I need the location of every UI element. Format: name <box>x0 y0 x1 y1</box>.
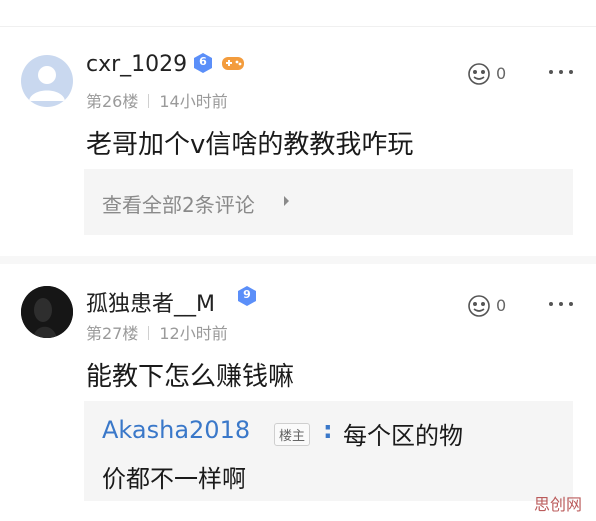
like-count: 0 <box>496 296 507 315</box>
gamepad-icon <box>221 54 245 72</box>
reply-text: 每个区的物 <box>343 422 463 450</box>
timestamp: 12小时前 <box>159 324 228 343</box>
comment-text: 老哥加个v信啥的教教我咋玩 <box>86 130 414 160</box>
username[interactable]: 孤独患者__M <box>86 286 215 318</box>
level-badge-icon: 6 <box>192 52 214 74</box>
profile-photo-icon <box>21 286 73 338</box>
comment-text: 能教下怎么赚钱嘛 <box>86 362 295 392</box>
avatar[interactable] <box>21 55 73 107</box>
avatar[interactable] <box>21 286 73 338</box>
meta-separator <box>148 326 150 340</box>
more-options-icon[interactable] <box>549 70 573 76</box>
floor-number: 第26楼 <box>86 92 139 111</box>
top-divider <box>0 26 596 27</box>
reply-author-link[interactable]: Akasha2018 <box>102 416 250 444</box>
floor-number: 第27楼 <box>86 324 139 343</box>
view-all-replies-label: 查看全部2条评论 <box>102 193 255 217</box>
chevron-right-icon <box>284 196 289 206</box>
view-all-replies-button[interactable]: 查看全部2条评论 <box>84 169 573 235</box>
like-count: 0 <box>496 64 507 83</box>
watermark: 思创网 <box>534 495 583 514</box>
username[interactable]: cxr_1029 <box>86 52 187 77</box>
section-divider <box>0 256 596 264</box>
level-badge-number: 9 <box>243 288 251 301</box>
default-avatar-icon <box>29 66 65 101</box>
like-icon[interactable] <box>466 61 492 87</box>
more-options-icon[interactable] <box>549 302 573 308</box>
op-badge: 楼主 <box>274 423 311 446</box>
reply-text-continued: 价都不一样啊 <box>102 465 246 493</box>
meta-separator <box>148 94 150 108</box>
reply-preview[interactable]: Akasha2018 楼主 : 每个区的物 价都不一样啊 <box>84 401 573 501</box>
level-badge-icon: 9 <box>236 285 258 307</box>
reply-colon: : <box>323 416 333 444</box>
comment-meta: 第26楼 14小时前 <box>86 88 228 112</box>
like-icon[interactable] <box>466 293 492 319</box>
level-badge-number: 6 <box>199 55 207 68</box>
comment-meta: 第27楼 12小时前 <box>86 320 228 344</box>
timestamp: 14小时前 <box>159 92 228 111</box>
